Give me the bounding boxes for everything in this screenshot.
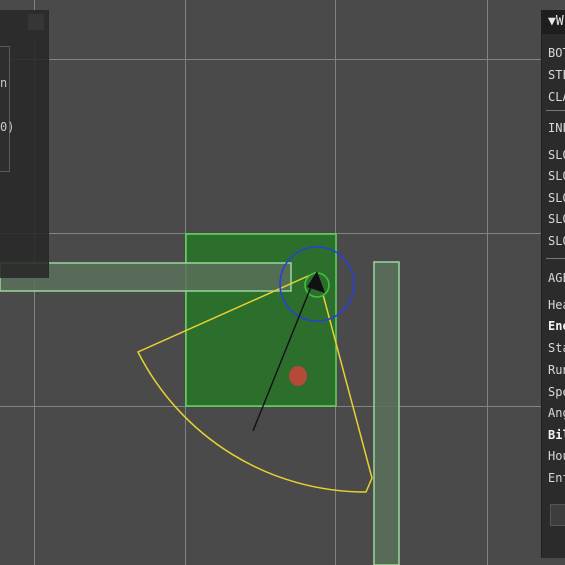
panel-row-hou: Hou: [548, 449, 565, 463]
panel-row-bot: BOT: [548, 46, 565, 60]
left-panel-collapse-button[interactable]: [28, 14, 44, 30]
left-panel-inner-box: [0, 46, 10, 172]
panel-row-ste: STE: [548, 68, 565, 82]
panel-row-ent: Ent: [548, 471, 565, 485]
panel-row-energy: Ene: [548, 319, 565, 333]
panel-row-bil: Bil: [548, 428, 565, 442]
game-viewport[interactable]: [0, 0, 565, 565]
panel-row-slot: SLO: [548, 212, 565, 226]
right-info-panel[interactable]: ▼W BOT STE CLA INP SLO SLO SLO SLO SLO A…: [541, 10, 565, 558]
panel-row-stamina: Sta: [548, 341, 565, 355]
left-debug-panel[interactable]: n 0): [0, 10, 49, 278]
right-panel-button[interactable]: [550, 504, 565, 526]
panel-separator: [546, 110, 565, 111]
wall-vertical[interactable]: [373, 261, 400, 565]
right-panel-titlebar[interactable]: ▼W: [542, 10, 565, 34]
panel-row-agent: AGE: [548, 271, 565, 285]
panel-row-slot: SLO: [548, 148, 565, 162]
target-marker[interactable]: [289, 366, 307, 386]
panel-row-health: Hea: [548, 298, 565, 312]
panel-row-slot: SLO: [548, 234, 565, 248]
panel-row-slot: SLO: [548, 169, 565, 183]
left-panel-text: n: [0, 76, 8, 90]
panel-row-run: Run: [548, 363, 565, 377]
panel-row-speed: Spe: [548, 385, 565, 399]
panel-row-slot: SLO: [548, 191, 565, 205]
left-panel-text: 0): [0, 120, 15, 134]
panel-row-angle: Ang: [548, 406, 565, 420]
panel-separator: [546, 258, 565, 259]
panel-row-inp: INP: [548, 121, 565, 135]
panel-row-cla: CLA: [548, 90, 565, 104]
left-panel-titlebar[interactable]: [0, 10, 48, 36]
